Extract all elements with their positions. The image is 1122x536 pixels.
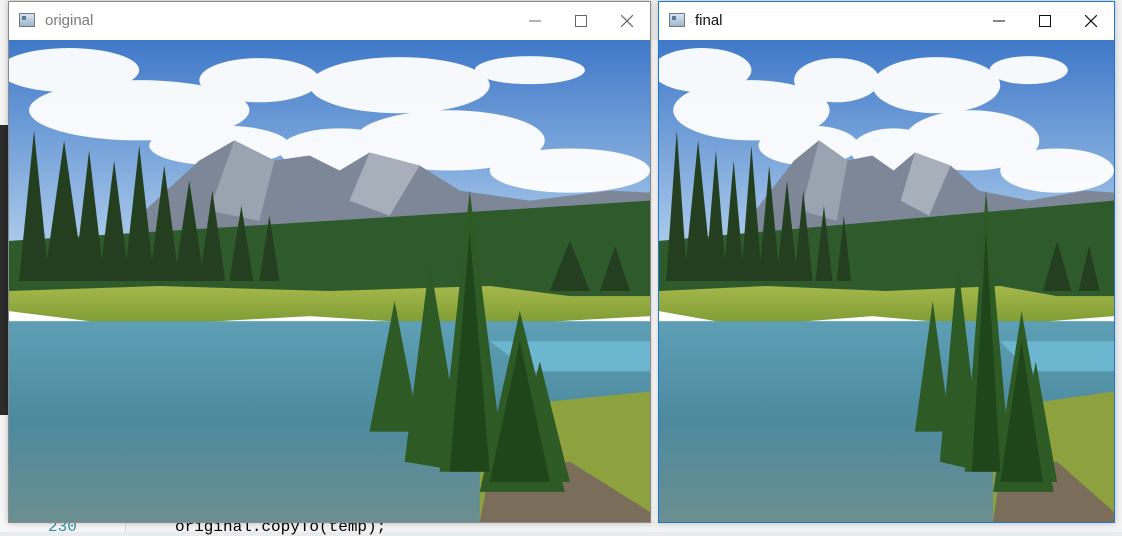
image-viewer-icon	[669, 13, 685, 27]
maximize-icon	[1022, 2, 1068, 40]
minimize-icon	[976, 2, 1022, 40]
window-title-original: original	[45, 12, 94, 29]
window-original[interactable]: original	[8, 1, 651, 523]
window-title-final: final	[695, 12, 723, 29]
close-icon	[604, 2, 650, 40]
landscape-image-final	[659, 40, 1114, 522]
window-final[interactable]: final	[658, 1, 1115, 523]
maximize-icon	[558, 2, 604, 40]
minimize-button-original[interactable]	[512, 2, 558, 40]
background-editor-margin	[0, 125, 8, 415]
minimize-icon	[512, 2, 558, 40]
landscape-image-original	[9, 40, 650, 522]
titlebar-final[interactable]: final	[659, 2, 1114, 40]
close-button-original[interactable]	[604, 2, 650, 40]
close-button-final[interactable]	[1068, 2, 1114, 40]
maximize-button-final[interactable]	[1022, 2, 1068, 40]
image-viewer-icon	[19, 13, 35, 27]
maximize-button-original[interactable]	[558, 2, 604, 40]
minimize-button-final[interactable]	[976, 2, 1022, 40]
close-icon	[1068, 2, 1114, 40]
titlebar-original[interactable]: original	[9, 2, 650, 40]
